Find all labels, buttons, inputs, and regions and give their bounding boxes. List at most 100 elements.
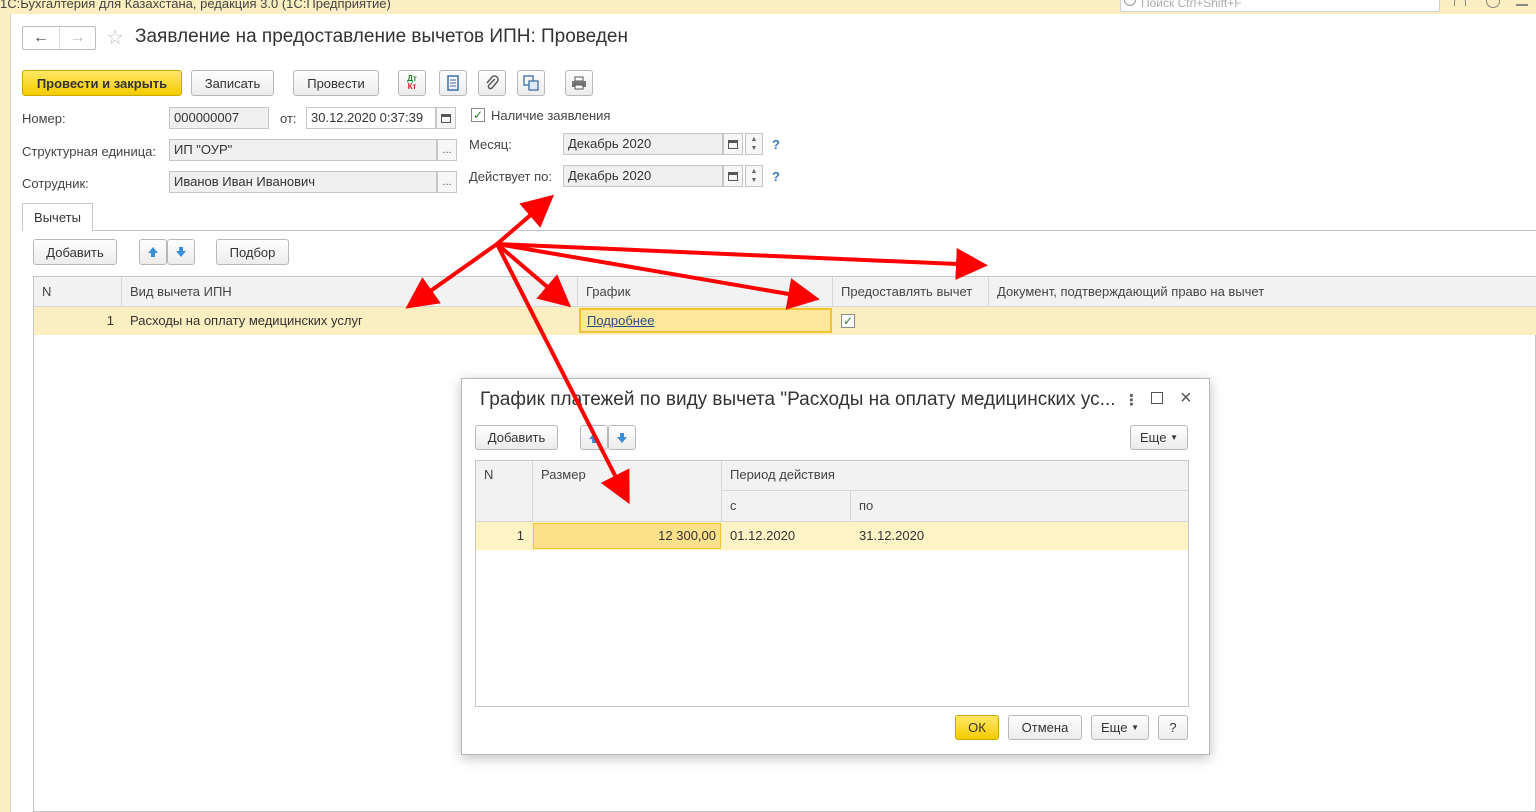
maximize-icon[interactable] — [1151, 392, 1163, 404]
deduction-type-cell[interactable]: Расходы на оплату медицинских услуг — [130, 307, 363, 335]
tab-divider — [93, 230, 1536, 231]
schedule-size-cell[interactable]: 12 300,00 — [533, 523, 721, 549]
column-header-schedule[interactable]: График — [578, 277, 833, 307]
schedule-column-from[interactable]: с — [722, 491, 851, 522]
help-button[interactable]: ? — [1158, 715, 1188, 740]
has-application-label: Наличие заявления — [491, 108, 611, 123]
menu-icon[interactable] — [1516, 0, 1528, 6]
month-label: Месяц: — [469, 137, 512, 152]
tab-deductions[interactable]: Вычеты — [22, 203, 93, 231]
left-panel-divider — [10, 14, 11, 812]
schedule-column-size[interactable]: Размер — [533, 461, 722, 522]
structure-button[interactable] — [517, 70, 545, 96]
valid-until-field[interactable]: Декабрь 2020 — [563, 165, 723, 187]
calendar-icon — [728, 140, 738, 149]
month-spinner[interactable]: ▲ ▼ — [745, 133, 763, 155]
back-button[interactable]: ← — [23, 27, 59, 49]
post-button[interactable]: Провести — [293, 70, 379, 96]
dialog-move-up-button[interactable] — [580, 425, 608, 450]
close-icon[interactable]: × — [1180, 387, 1192, 410]
arrow-to-document — [496, 242, 988, 280]
search-input[interactable]: Поиск Ctrl+Shift+F — [1120, 0, 1440, 12]
post-and-close-button[interactable]: Провести и закрыть — [22, 70, 182, 96]
column-header-document[interactable]: Документ, подтверждающий право на вычет — [989, 277, 1536, 307]
dialog-move-down-button[interactable] — [608, 425, 636, 450]
unit-label: Структурная единица: — [22, 144, 157, 159]
schedule-cell[interactable]: Подробнее — [579, 308, 832, 333]
printer-icon — [572, 76, 586, 90]
calendar-icon — [728, 172, 738, 181]
date-field[interactable]: 30.12.2020 0:37:39 — [306, 107, 436, 129]
schedule-row-number: 1 — [516, 528, 524, 543]
schedule-details-link[interactable]: Подробнее — [587, 313, 654, 328]
employee-field[interactable]: Иванов Иван Иванович — [169, 171, 437, 193]
unit-field[interactable]: ИП "ОУР" — [169, 139, 437, 161]
number-field[interactable]: 000000007 — [169, 107, 269, 129]
left-panel-strip — [0, 14, 10, 812]
move-up-button[interactable] — [139, 239, 167, 265]
nav-buttons: ← → — [22, 26, 96, 50]
arrow-to-valid-until — [495, 194, 555, 246]
schedule-to-cell[interactable]: 31.12.2020 — [859, 522, 924, 550]
pick-button[interactable]: Подбор — [216, 239, 289, 265]
month-help-icon[interactable]: ? — [772, 137, 780, 152]
column-header-type[interactable]: Вид вычета ИПН — [122, 277, 578, 307]
forward-button[interactable]: → — [58, 27, 95, 49]
dialog-more-label: Еще — [1140, 430, 1167, 445]
employee-label: Сотрудник: — [22, 176, 89, 191]
move-down-button[interactable] — [167, 239, 195, 265]
row-number: 1 — [106, 313, 114, 328]
dialog-footer-more-button[interactable]: Еще ▼ — [1091, 715, 1149, 740]
dialog-more-button[interactable]: Еще ▼ — [1130, 425, 1188, 450]
number-label: Номер: — [22, 111, 66, 126]
schedule-row[interactable]: 1 12 300,00 01.12.2020 31.12.2020 — [476, 522, 1188, 550]
report-button[interactable] — [439, 70, 467, 96]
arrow-down-icon — [176, 247, 186, 257]
provide-deduction-checkbox[interactable]: ✓ — [841, 314, 855, 328]
chevron-down-icon: ▼ — [1170, 433, 1178, 442]
paperclip-icon — [486, 75, 499, 90]
has-application-checkbox[interactable]: ✓ — [471, 108, 485, 122]
payment-schedule-dialog: График платежей по виду вычета "Расходы … — [461, 378, 1210, 755]
add-row-button[interactable]: Добавить — [33, 239, 117, 265]
unit-select-button[interactable]: ... — [437, 139, 457, 161]
employee-select-button[interactable]: ... — [437, 171, 457, 193]
dt-kt-icon: Дт Кт — [407, 75, 417, 91]
structure-icon — [523, 75, 539, 91]
dialog-add-button[interactable]: Добавить — [475, 425, 558, 450]
page-title: Заявление на предоставление вычетов ИПН:… — [135, 26, 628, 47]
cancel-button[interactable]: Отмена — [1008, 715, 1082, 740]
schedule-from-cell[interactable]: 01.12.2020 — [730, 522, 795, 550]
schedule-column-n[interactable]: N — [476, 461, 533, 522]
valid-until-label: Действует по: — [469, 169, 552, 184]
valid-until-spinner[interactable]: ▲ ▼ — [745, 165, 763, 187]
favorite-star-icon[interactable]: ☆ — [106, 25, 124, 50]
valid-until-help-icon[interactable]: ? — [772, 169, 780, 184]
table-row[interactable]: 1 Расходы на оплату медицинских услуг По… — [34, 307, 1536, 335]
arrow-down-icon — [617, 432, 627, 443]
ok-button[interactable]: ОК — [955, 715, 999, 740]
column-header-provide[interactable]: Предоставлять вычет — [833, 277, 989, 307]
save-button[interactable]: Записать — [191, 70, 274, 96]
schedule-column-period[interactable]: Период действия — [722, 461, 1188, 491]
month-calendar-button[interactable] — [723, 133, 743, 155]
schedule-table: N Размер Период действия с по 1 12 300,0… — [475, 460, 1189, 707]
valid-until-calendar-button[interactable] — [723, 165, 743, 187]
bell-icon[interactable] — [1454, 0, 1466, 6]
list-icon — [447, 75, 459, 91]
arrow-up-icon — [589, 432, 599, 443]
attach-button[interactable] — [478, 70, 506, 96]
print-button[interactable] — [565, 70, 593, 96]
arrow-up-icon — [148, 247, 158, 257]
date-label: от: — [280, 111, 297, 126]
dialog-footer-more-label: Еще — [1101, 720, 1128, 735]
schedule-column-to[interactable]: по — [851, 491, 1188, 522]
dialog-title: График платежей по виду вычета "Расходы … — [480, 389, 1116, 410]
more-actions-icon[interactable]: ⋮ — [1124, 391, 1139, 409]
calendar-icon — [441, 114, 451, 123]
dt-kt-button[interactable]: Дт Кт — [398, 70, 426, 96]
date-calendar-button[interactable] — [436, 107, 456, 129]
app-title: 1С:Бухгалтерия для Казахстана, редакция … — [0, 0, 391, 11]
month-field[interactable]: Декабрь 2020 — [563, 133, 723, 155]
column-header-n[interactable]: N — [34, 277, 122, 307]
